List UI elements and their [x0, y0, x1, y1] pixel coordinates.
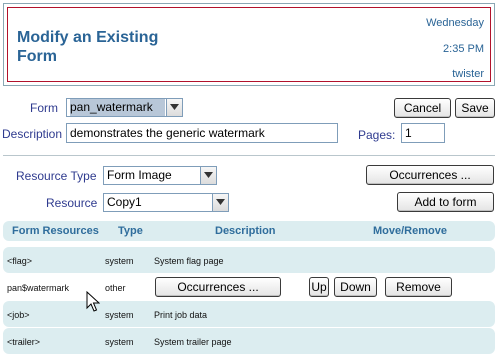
header-frame: Modify an Existing Form Wednesday 2:35 P… [7, 7, 491, 82]
header-day: Wednesday [426, 17, 484, 29]
resource-value: Copy1 [107, 195, 142, 209]
column-header-form-resources: Form Resources [12, 225, 99, 237]
resource-select[interactable]: Copy1 [103, 193, 229, 212]
form-select[interactable]: pan_watermark [66, 98, 183, 117]
page-header: Modify an Existing Form Wednesday 2:35 P… [3, 3, 495, 86]
resource-name: <trailer> [7, 337, 41, 347]
chevron-down-icon [166, 99, 182, 116]
save-button[interactable]: Save [455, 98, 495, 118]
form-label: Form [30, 101, 58, 115]
header-time: 2:35 PM [443, 43, 484, 55]
form-select-value: pan_watermark [70, 99, 165, 116]
row-occurrences-button[interactable]: Occurrences ... [155, 277, 281, 297]
resource-label: Resource [46, 196, 98, 210]
occurrences-button[interactable]: Occurrences ... [366, 165, 494, 185]
chevron-down-icon [200, 167, 216, 184]
table-row: pan$watermark other Occurrences ... Up D… [3, 274, 495, 300]
cancel-button[interactable]: Cancel [394, 98, 451, 118]
column-header-description: Description [215, 225, 276, 237]
chevron-down-icon [212, 194, 228, 211]
page-title: Modify an Existing Form [17, 29, 159, 65]
resource-name: pan$watermark [7, 283, 70, 293]
resource-description: System flag page [154, 256, 224, 266]
pages-field[interactable]: 1 [401, 123, 445, 143]
resource-description: System trailer page [154, 337, 232, 347]
column-header-move-remove: Move/Remove [373, 225, 447, 237]
resource-description: Print job data [154, 310, 208, 320]
move-up-button[interactable]: Up [309, 277, 329, 297]
table-header: Form Resources Type Description Move/Rem… [3, 221, 495, 241]
description-label: Description [2, 127, 63, 141]
resource-type: system [105, 337, 134, 347]
resource-type-label: Resource Type [16, 169, 97, 183]
pages-label: Pages: [358, 128, 396, 142]
table-row: <job> system Print job data [3, 301, 495, 327]
description-field[interactable]: demonstrates the generic watermark [66, 123, 338, 143]
resource-name: <job> [7, 310, 30, 320]
resource-name: <flag> [7, 256, 33, 266]
move-down-button[interactable]: Down [334, 277, 377, 297]
divider [3, 155, 495, 156]
resource-type-select[interactable]: Form Image [103, 166, 217, 185]
remove-button[interactable]: Remove [385, 277, 452, 297]
column-header-type: Type [118, 225, 143, 237]
header-host: twister [452, 68, 484, 80]
resource-type: other [105, 283, 126, 293]
table-row: <flag> system System flag page [3, 247, 495, 273]
table-row: <trailer> system System trailer page [3, 328, 495, 354]
mouse-cursor-icon [86, 291, 100, 312]
resource-type: system [105, 310, 134, 320]
add-to-form-button[interactable]: Add to form [397, 192, 494, 212]
resource-type: system [105, 256, 134, 266]
